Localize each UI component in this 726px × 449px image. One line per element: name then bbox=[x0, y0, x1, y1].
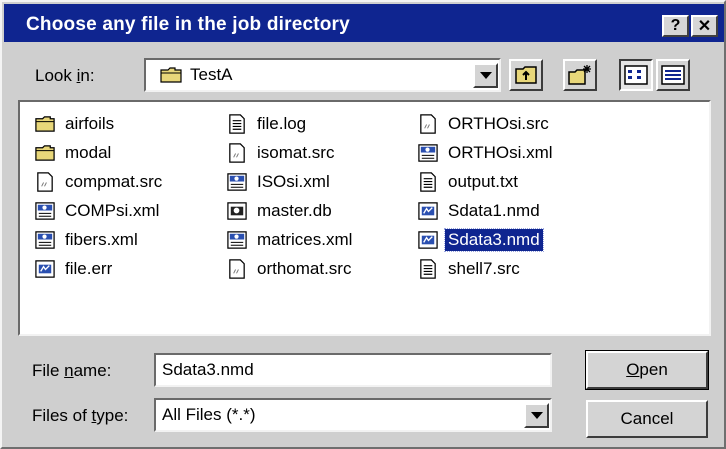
file-list-item[interactable]: ORTHOsi.src bbox=[417, 111, 552, 137]
file-list-item[interactable]: Sdata1.nmd bbox=[417, 198, 543, 224]
new-folder-button[interactable] bbox=[563, 59, 597, 91]
file-name-text: ORTHOsi.src bbox=[448, 114, 549, 133]
file-list-item[interactable]: output.txt bbox=[417, 169, 521, 195]
file-name-text: matrices.xml bbox=[257, 230, 353, 249]
data-file-icon bbox=[35, 260, 55, 278]
file-list-item[interactable]: master.db bbox=[226, 198, 335, 224]
window-title: Choose any file in the job directory bbox=[26, 14, 350, 35]
file-type-combobox[interactable]: All Files (*.*) bbox=[154, 398, 552, 432]
file-name-text: modal bbox=[65, 143, 112, 162]
file-name-text: ISOsi.xml bbox=[257, 172, 330, 191]
text-file-icon bbox=[420, 172, 436, 192]
xml-file-icon bbox=[227, 173, 247, 191]
file-list-item[interactable]: ORTHOsi.xml bbox=[417, 140, 556, 166]
file-list-item[interactable]: isomat.src bbox=[226, 140, 337, 166]
src-file-icon bbox=[420, 114, 436, 134]
cancel-button-label: Cancel bbox=[620, 409, 674, 428]
file-name-text: orthomat.src bbox=[257, 259, 352, 278]
details-view-icon bbox=[661, 65, 685, 85]
file-list-item[interactable]: ISOsi.xml bbox=[226, 169, 333, 195]
list-view-button[interactable] bbox=[619, 59, 653, 91]
data-file-icon bbox=[418, 202, 438, 220]
file-name-text: Sdata1.nmd bbox=[448, 201, 540, 220]
look-in-label: Look in: bbox=[35, 66, 95, 85]
file-list-item[interactable]: airfoils bbox=[34, 111, 117, 137]
file-name-text: airfoils bbox=[65, 114, 115, 133]
db-file-icon bbox=[227, 202, 247, 220]
file-name-text: Sdata3.nmd bbox=[444, 228, 544, 252]
text-file-icon bbox=[229, 114, 245, 134]
look-in-value: TestA bbox=[190, 65, 233, 84]
file-name-text: file.err bbox=[65, 259, 113, 278]
file-type-label: Files of type: bbox=[32, 406, 129, 425]
file-type-dropdown-button[interactable] bbox=[524, 403, 549, 428]
file-name-text: compmat.src bbox=[65, 172, 163, 191]
open-button-label: Open bbox=[626, 360, 668, 379]
text-file-icon bbox=[420, 259, 436, 279]
src-file-icon bbox=[229, 143, 245, 163]
folder-icon bbox=[35, 116, 55, 132]
folder-icon bbox=[160, 67, 182, 83]
close-icon: ✕ bbox=[697, 18, 712, 35]
xml-file-icon bbox=[35, 202, 55, 220]
data-file-icon bbox=[418, 231, 438, 249]
file-name-text: shell7.src bbox=[448, 259, 520, 278]
open-button[interactable]: Open bbox=[585, 350, 709, 390]
xml-file-icon bbox=[418, 144, 438, 162]
help-icon: ? bbox=[670, 17, 681, 34]
look-in-dropdown-button[interactable] bbox=[473, 63, 498, 88]
file-name-text: output.txt bbox=[448, 172, 518, 191]
file-list-item[interactable]: compmat.src bbox=[34, 169, 165, 195]
file-name-text: isomat.src bbox=[257, 143, 335, 162]
src-file-icon bbox=[229, 259, 245, 279]
help-button[interactable]: ? bbox=[662, 15, 689, 37]
file-chooser-dialog: Choose any file in the job directory ? ✕… bbox=[0, 0, 726, 449]
look-in-combobox[interactable]: TestA bbox=[144, 58, 501, 92]
file-list-item[interactable]: file.log bbox=[226, 111, 309, 137]
list-view-icon bbox=[624, 65, 648, 85]
close-button[interactable]: ✕ bbox=[691, 15, 718, 37]
chevron-down-icon bbox=[479, 72, 492, 79]
file-list-item[interactable]: modal bbox=[34, 140, 114, 166]
file-list[interactable]: airfoils modal compmat.src COMPsi.xml fibers… bbox=[18, 100, 711, 336]
file-name-input[interactable] bbox=[154, 353, 552, 387]
chevron-down-icon bbox=[530, 412, 543, 419]
file-list-item[interactable]: matrices.xml bbox=[226, 227, 355, 253]
file-name-text: COMPsi.xml bbox=[65, 201, 160, 220]
xml-file-icon bbox=[227, 231, 247, 249]
src-file-icon bbox=[37, 172, 53, 192]
file-type-value: All Files (*.*) bbox=[162, 405, 256, 424]
details-view-button[interactable] bbox=[656, 59, 690, 91]
up-one-level-button[interactable] bbox=[509, 59, 543, 91]
file-name-label: File name: bbox=[32, 361, 112, 380]
file-list-item[interactable]: COMPsi.xml bbox=[34, 198, 162, 224]
up-folder-icon bbox=[515, 66, 537, 84]
file-list-item[interactable]: file.err bbox=[34, 256, 115, 282]
file-list-item[interactable]: Sdata3.nmd bbox=[417, 227, 544, 253]
file-list-item[interactable]: fibers.xml bbox=[34, 227, 141, 253]
file-list-item[interactable]: orthomat.src bbox=[226, 256, 354, 282]
file-name-text: file.log bbox=[257, 114, 307, 133]
folder-icon bbox=[35, 145, 55, 161]
xml-file-icon bbox=[35, 231, 55, 249]
title-bar[interactable]: Choose any file in the job directory ? ✕ bbox=[4, 4, 724, 42]
file-name-text: fibers.xml bbox=[65, 230, 138, 249]
file-name-text: master.db bbox=[257, 201, 332, 220]
file-list-item[interactable]: shell7.src bbox=[417, 256, 523, 282]
file-name-text: ORTHOsi.xml bbox=[448, 143, 553, 162]
new-folder-icon bbox=[568, 65, 591, 85]
cancel-button[interactable]: Cancel bbox=[586, 400, 708, 438]
